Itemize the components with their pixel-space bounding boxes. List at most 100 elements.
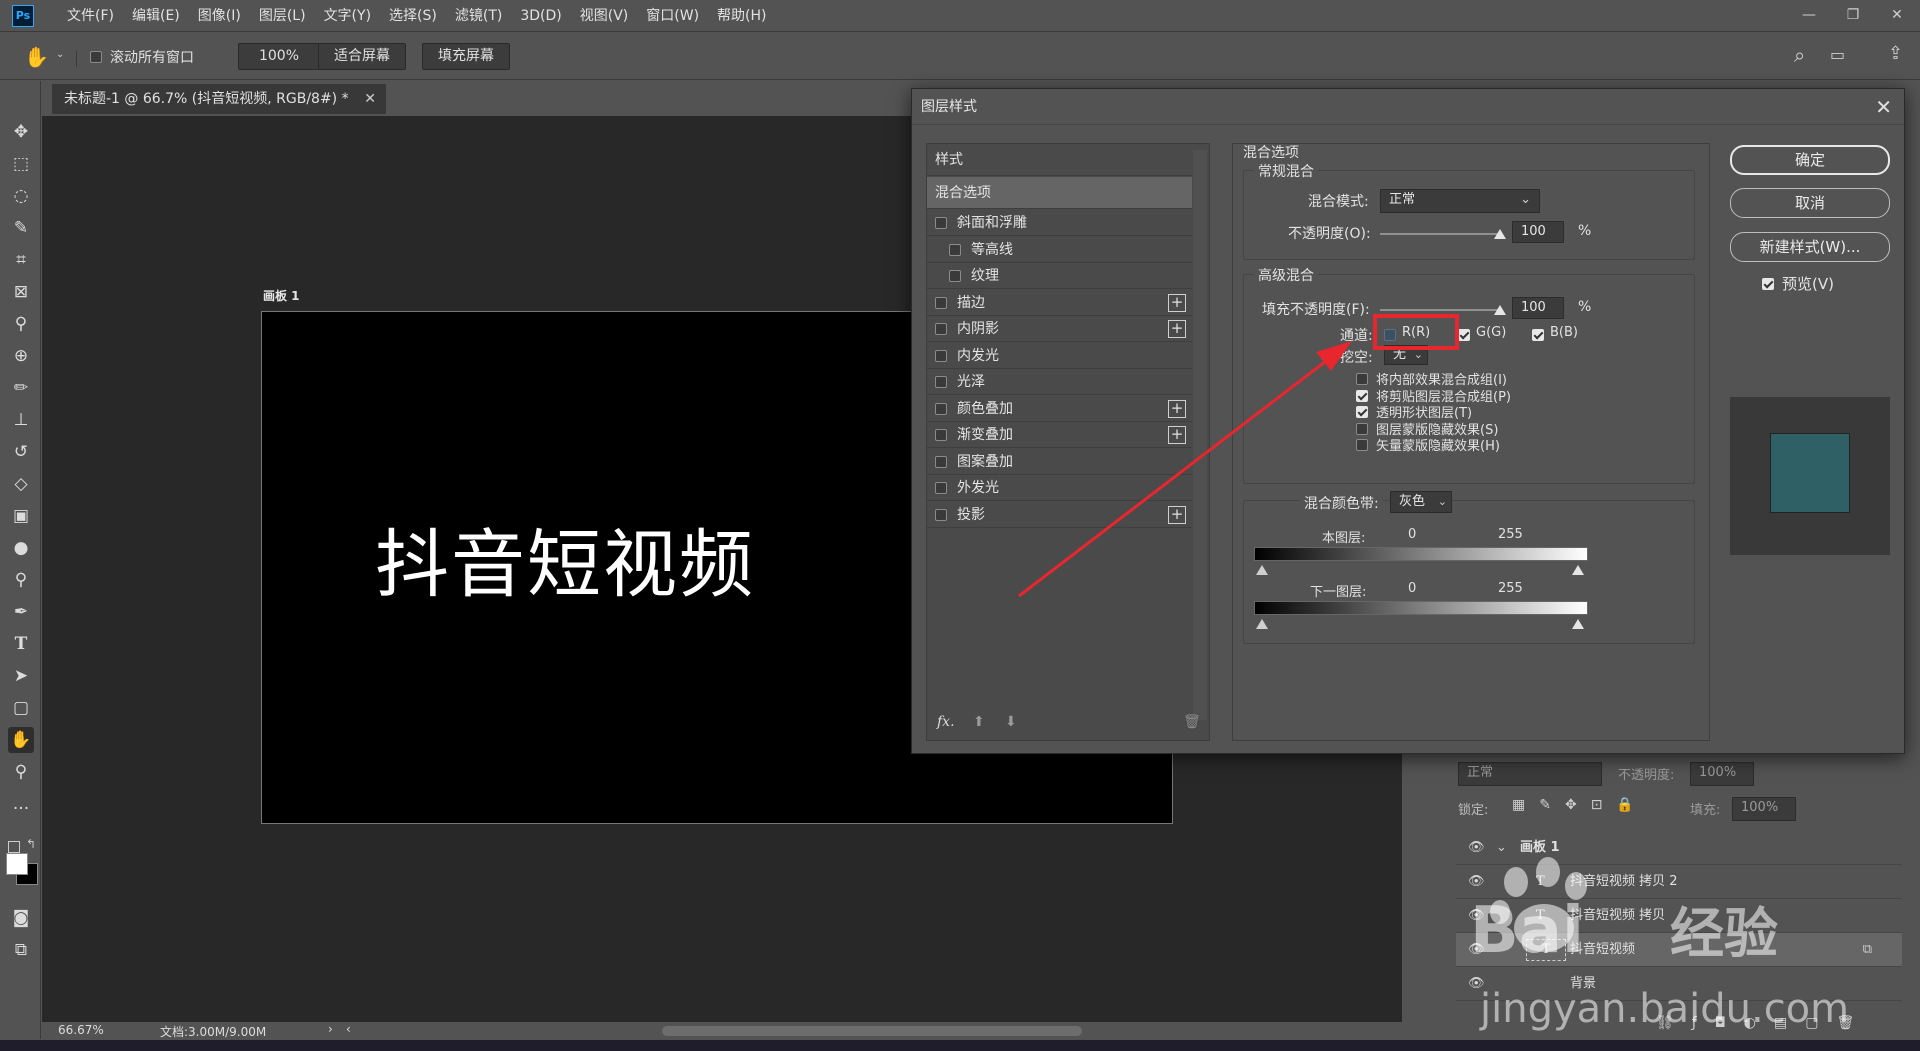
chevron-down-icon[interactable]: ⌄ (1496, 831, 1507, 865)
underlying-white-slider[interactable] (1572, 619, 1584, 629)
blur-tool-icon[interactable]: ● (8, 535, 34, 561)
effect-checkbox[interactable] (935, 402, 947, 415)
advanced-option-checkbox[interactable] (1356, 421, 1368, 437)
crop-tool-icon[interactable]: ⌗ (8, 247, 34, 273)
advanced-option-checkbox[interactable] (1356, 371, 1368, 387)
blend-mode-select[interactable]: 正常 ⌄ (1380, 189, 1540, 213)
scroll-all-checkbox[interactable] (90, 49, 102, 65)
effect-item[interactable]: 等高线 (927, 237, 1192, 263)
minimize-icon[interactable]: — (1796, 4, 1822, 26)
stamp-tool-icon[interactable]: ⊥ (8, 407, 34, 433)
menu-layer[interactable]: 图层(L) (250, 0, 315, 32)
quick-mask-icon[interactable]: ◙ (8, 905, 34, 931)
type-tool-icon[interactable]: T (8, 631, 34, 657)
pen-tool-icon[interactable]: ✒ (8, 599, 34, 625)
advanced-option-checkbox[interactable] (1356, 437, 1368, 453)
menu-type[interactable]: 文字(Y) (315, 0, 380, 32)
move-up-icon[interactable]: ⬆ (973, 714, 985, 730)
path-select-tool-icon[interactable]: ➤ (8, 663, 34, 689)
close-icon[interactable]: ✕ (1875, 89, 1892, 125)
search-icon[interactable]: ⌕ (1794, 43, 1805, 67)
layer-row[interactable]: 👁 背景 (1456, 967, 1902, 1001)
effect-checkbox[interactable] (935, 323, 947, 335)
add-effect-icon[interactable]: + (1168, 320, 1186, 338)
effect-item[interactable]: 外发光 (927, 475, 1192, 501)
marquee-tool-icon[interactable]: ⬚ (8, 151, 34, 177)
fx-menu-icon[interactable]: fx. (937, 714, 955, 730)
effect-item[interactable]: 内发光 (927, 343, 1192, 369)
add-effect-icon[interactable]: + (1168, 293, 1186, 312)
zoom-100-button[interactable]: 100% (238, 43, 320, 70)
this-layer-black-slider[interactable] (1256, 565, 1268, 575)
layer-row[interactable]: 👁 T 抖音短视频 拷贝 2 (1456, 865, 1902, 899)
effect-item[interactable]: 图案叠加 (927, 449, 1192, 475)
layer-row[interactable]: 👁 T 抖音短视频 拷贝 (1456, 899, 1902, 933)
layer-row-selected[interactable]: 👁 T 抖音短视频 ⧉ (1456, 933, 1902, 967)
opacity-slider[interactable] (1380, 233, 1500, 235)
move-tool-icon[interactable]: ✥ (8, 119, 34, 145)
advanced-option-checkbox[interactable] (1356, 388, 1368, 404)
blend-if-select[interactable]: 灰色 ⌄ (1390, 491, 1452, 513)
gradient-tool-icon[interactable]: ▣ (8, 503, 34, 529)
fit-screen-button[interactable]: 适合屏幕 (318, 43, 406, 70)
blend-options-item[interactable]: 混合选项 (927, 177, 1192, 209)
hand-tool-icon[interactable]: ✋ (24, 45, 49, 69)
trash-icon[interactable]: 🗑 (1183, 714, 1201, 730)
more-tools-icon[interactable]: ··· (8, 796, 34, 822)
menu-view[interactable]: 视图(V) (571, 0, 638, 32)
shape-tool-icon[interactable]: ▢ (8, 695, 34, 721)
fill-screen-button[interactable]: 填充屏幕 (422, 43, 510, 70)
effect-item[interactable]: 描边 + (927, 290, 1192, 316)
effect-checkbox[interactable] (935, 508, 947, 521)
share-icon[interactable]: ⇪ (1888, 43, 1903, 64)
chevron-down-icon[interactable]: ⌄ (56, 49, 64, 60)
status-zoom[interactable]: 66.67% (58, 1023, 104, 1037)
styles-header[interactable]: 样式 (927, 144, 1192, 176)
hand-tool-icon[interactable]: ✋ (8, 727, 34, 753)
layer-opacity-field[interactable]: 100% (1690, 762, 1754, 786)
preview-checkbox[interactable] (1762, 276, 1774, 292)
effect-checkbox[interactable] (935, 455, 947, 468)
add-effect-icon[interactable]: + (1168, 505, 1186, 524)
layer-fill-field[interactable]: 100% (1732, 797, 1796, 821)
frame-tool-icon[interactable]: ⊠ (8, 279, 34, 305)
cancel-button[interactable]: 取消 (1730, 188, 1890, 218)
opacity-field[interactable]: 100 (1512, 221, 1564, 243)
eraser-tool-icon[interactable]: ◇ (8, 471, 34, 497)
swap-colors-icon[interactable]: ↰ (26, 837, 36, 851)
healing-tool-icon[interactable]: ⊕ (8, 343, 34, 369)
eye-icon[interactable]: 👁 (1468, 967, 1485, 1001)
effect-checkbox[interactable] (935, 349, 947, 362)
effect-checkbox[interactable] (949, 270, 961, 282)
effect-checkbox[interactable] (935, 217, 947, 229)
effect-checkbox[interactable] (935, 429, 947, 441)
layer-blend-mode-select[interactable]: 正常 (1458, 762, 1602, 786)
advanced-option-checkbox[interactable] (1356, 404, 1368, 420)
history-brush-icon[interactable]: ↺ (8, 439, 34, 465)
eye-icon[interactable]: 👁 (1468, 899, 1485, 933)
effect-checkbox[interactable] (949, 243, 961, 256)
eye-icon[interactable]: 👁 (1468, 831, 1485, 865)
underlying-black-slider[interactable] (1256, 619, 1268, 629)
effect-item[interactable]: 颜色叠加 + (927, 396, 1192, 422)
this-layer-gradient[interactable] (1254, 547, 1588, 561)
layer-row-artboard[interactable]: 👁 ⌄ 画板 1 (1456, 831, 1902, 865)
horizontal-scrollbar[interactable] (662, 1026, 1082, 1036)
status-menu-chevron-icon[interactable]: › (328, 1022, 333, 1036)
workspace-icon[interactable]: ▭ (1830, 45, 1845, 64)
layer-effects-icon[interactable]: ⧉ (1863, 933, 1872, 967)
restore-icon[interactable]: ❐ (1840, 4, 1866, 26)
effect-item[interactable]: 渐变叠加 + (927, 422, 1192, 448)
dodge-tool-icon[interactable]: ⚲ (8, 567, 34, 593)
eye-icon[interactable]: 👁 (1468, 933, 1485, 967)
close-tab-icon[interactable]: ✕ (364, 84, 376, 114)
menu-3d[interactable]: 3D(D) (511, 0, 570, 32)
menu-image[interactable]: 图像(I) (189, 0, 250, 32)
layer-panel-footer-icons[interactable]: ⛓ƒ◘◐▤▢🗑 (1656, 1015, 1872, 1031)
menu-help[interactable]: 帮助(H) (708, 0, 775, 32)
close-window-icon[interactable]: ✕ (1884, 4, 1910, 26)
zoom-tool-icon[interactable]: ⚲ (8, 759, 34, 785)
effect-item[interactable]: 斜面和浮雕 (927, 210, 1192, 236)
effect-checkbox[interactable] (935, 482, 947, 494)
menu-edit[interactable]: 编辑(E) (123, 0, 189, 32)
